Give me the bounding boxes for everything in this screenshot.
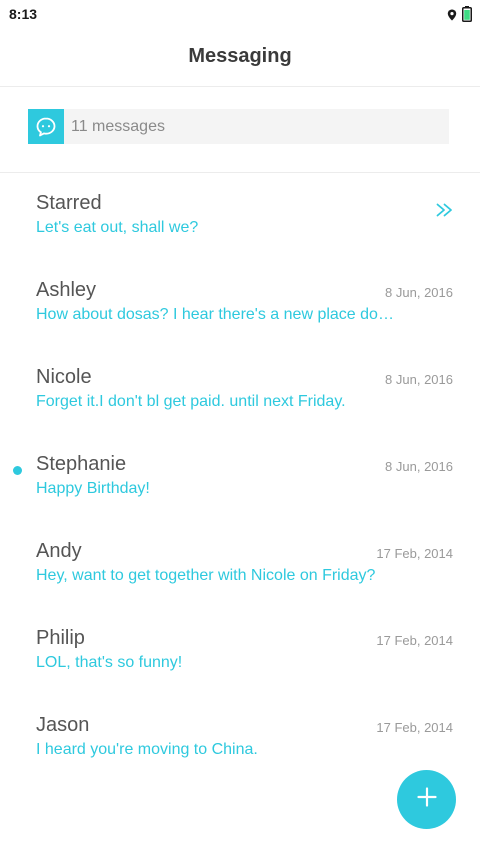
conversation-item-nicole[interactable]: Nicole 8 Jun, 2016 Forget it.I don't bl …: [0, 347, 480, 434]
app-header: Messaging: [0, 28, 480, 87]
status-bar: 8:13: [0, 0, 480, 28]
status-time: 8:13: [9, 6, 38, 22]
conversation-list: Starred Let's eat out, shall we? Ashley …: [0, 173, 480, 782]
conversation-item-stephanie[interactable]: Stephanie 8 Jun, 2016 Happy Birthday!: [0, 434, 480, 521]
conversation-name: Stephanie: [36, 453, 127, 475]
conversation-preview: I heard you're moving to China.: [36, 741, 258, 758]
unread-indicator: [13, 466, 22, 475]
conversation-preview: LOL, that's so funny!: [36, 654, 183, 671]
page-title: Messaging: [188, 45, 292, 67]
conversation-item-ashley[interactable]: Ashley 8 Jun, 2016 How about dosas? I he…: [0, 260, 480, 347]
location-icon: [447, 8, 457, 26]
conversation-preview: Forget it.I don't bl get paid. until nex…: [36, 393, 346, 410]
conversation-date: 8 Jun, 2016: [385, 459, 453, 474]
conversation-name: Andy: [36, 540, 82, 562]
conversation-preview: Let's eat out, shall we?: [36, 219, 199, 236]
new-message-button[interactable]: [397, 770, 456, 829]
conversation-item-jason[interactable]: Jason 17 Feb, 2014 I heard you're moving…: [0, 695, 480, 782]
conversation-date: 17 Feb, 2014: [376, 720, 453, 735]
conversation-date: 17 Feb, 2014: [376, 546, 453, 561]
conversation-name: Starred: [36, 192, 102, 214]
conversation-item-starred[interactable]: Starred Let's eat out, shall we?: [0, 173, 480, 260]
conversation-date: 8 Jun, 2016: [385, 372, 453, 387]
conversation-date: 17 Feb, 2014: [376, 633, 453, 648]
status-icons: [447, 6, 472, 27]
double-chevron-right-icon[interactable]: [436, 203, 454, 222]
conversation-name: Nicole: [36, 366, 92, 388]
conversation-date: 8 Jun, 2016: [385, 285, 453, 300]
conversation-preview: Hey, want to get together with Nicole on…: [36, 567, 376, 584]
plus-icon: [416, 787, 437, 812]
conversation-item-philip[interactable]: Philip 17 Feb, 2014 LOL, that's so funny…: [0, 608, 480, 695]
conversation-item-andy[interactable]: Andy 17 Feb, 2014 Hey, want to get toget…: [0, 521, 480, 608]
conversation-preview: Happy Birthday!: [36, 480, 150, 497]
conversation-name: Ashley: [36, 279, 97, 301]
battery-icon: [462, 6, 472, 27]
conversation-preview: How about dosas? I hear there's a new pl…: [36, 306, 396, 323]
conversation-name: Philip: [36, 627, 85, 649]
message-count-bar[interactable]: 11 messages: [28, 109, 449, 144]
conversation-name: Jason: [36, 714, 90, 736]
message-count-text: 11 messages: [71, 117, 165, 135]
chat-bubble-icon: [28, 109, 64, 144]
